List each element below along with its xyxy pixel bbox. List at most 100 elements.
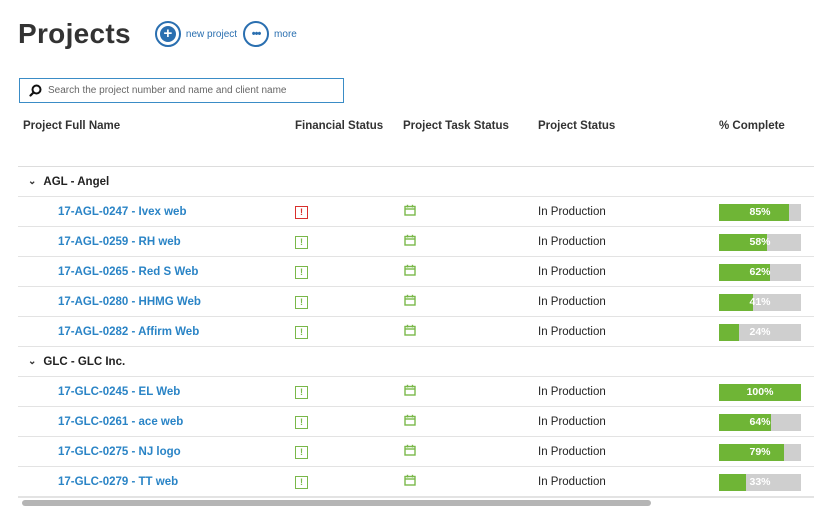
group-row[interactable]: ⌄ AGL - Angel — [18, 167, 814, 197]
more-label: more — [274, 28, 297, 40]
task-status-cell — [404, 227, 416, 257]
financial-ok-icon[interactable]: ! — [295, 265, 308, 279]
task-status-cell — [404, 287, 416, 317]
project-link[interactable]: 17-GLC-0275 - NJ logo — [58, 437, 181, 467]
search-input[interactable] — [48, 85, 328, 96]
financial-status-cell: ! — [295, 407, 308, 437]
project-status: In Production — [538, 206, 606, 218]
group-label: AGL - Angel — [43, 175, 110, 188]
project-link[interactable]: 17-AGL-0265 - Red S Web — [58, 257, 198, 287]
calendar-icon[interactable] — [404, 323, 416, 341]
financial-status-cell: ! — [295, 257, 308, 287]
project-link[interactable]: 17-AGL-0259 - RH web — [58, 227, 181, 257]
financial-ok-icon[interactable]: ! — [295, 235, 308, 249]
task-status-cell — [404, 407, 416, 437]
project-link[interactable]: 17-AGL-0280 - HHMG Web — [58, 287, 201, 317]
plus-icon: + — [154, 21, 181, 47]
calendar-icon[interactable] — [404, 233, 416, 251]
chevron-down-icon[interactable]: ⌄ — [28, 176, 36, 187]
table-row: 17-AGL-0259 - RH web! In Production 58% — [18, 227, 814, 257]
column-header-task[interactable]: Project Task Status — [403, 120, 509, 132]
group-row[interactable]: ⌄ GLC - GLC Inc. — [18, 347, 814, 377]
percent-complete-cell: 100% — [719, 377, 801, 407]
calendar-icon[interactable] — [404, 263, 416, 281]
group-label: GLC - GLC Inc. — [43, 355, 126, 368]
financial-ok-icon[interactable]: ! — [295, 325, 308, 339]
column-header-status[interactable]: Project Status — [538, 120, 615, 132]
new-project-button[interactable]: + new project — [154, 21, 238, 47]
financial-ok-icon[interactable]: ! — [295, 385, 308, 399]
scrollbar-thumb[interactable] — [22, 500, 651, 506]
more-dots-icon: ••• — [243, 21, 270, 47]
progress-label: 58% — [749, 235, 771, 248]
percent-complete-cell: 62% — [719, 257, 801, 287]
table-row: 17-AGL-0280 - HHMG Web! In Production 41% — [18, 287, 814, 317]
financial-ok-icon[interactable]: ! — [295, 445, 308, 459]
progress-bar: 100% — [719, 383, 801, 401]
financial-status-cell: ! — [295, 287, 308, 317]
progress-bar: 64% — [719, 413, 801, 431]
column-header-name[interactable]: Project Full Name — [23, 120, 120, 132]
progress-label: 24% — [749, 325, 771, 338]
calendar-icon[interactable] — [404, 293, 416, 311]
project-status: In Production — [538, 476, 606, 488]
financial-status-cell: ! — [295, 227, 308, 257]
progress-label: 33% — [749, 475, 771, 488]
project-link[interactable]: 17-GLC-0245 - EL Web — [58, 377, 180, 407]
progress-bar: 24% — [719, 323, 801, 341]
calendar-icon[interactable] — [404, 473, 416, 491]
financial-status-cell: ! — [295, 377, 308, 407]
search-icon — [29, 84, 42, 97]
financial-status-cell: ! — [295, 197, 308, 227]
percent-complete-cell: 41% — [719, 287, 801, 317]
project-link[interactable]: 17-GLC-0261 - ace web — [58, 407, 183, 437]
task-status-cell — [404, 317, 416, 347]
project-link[interactable]: 17-AGL-0247 - Ivex web — [58, 197, 186, 227]
financial-alert-icon[interactable]: ! — [295, 205, 308, 219]
table-row: 17-GLC-0261 - ace web! In Production 64% — [18, 407, 814, 437]
progress-bar: 62% — [719, 263, 801, 281]
progress-label: 62% — [749, 265, 771, 278]
percent-complete-cell: 85% — [719, 197, 801, 227]
table-row: 17-AGL-0265 - Red S Web! In Production 62% — [18, 257, 814, 287]
financial-ok-icon[interactable]: ! — [295, 295, 308, 309]
progress-bar: 41% — [719, 293, 801, 311]
progress-bar: 79% — [719, 443, 801, 461]
project-status: In Production — [538, 326, 606, 338]
chevron-down-icon[interactable]: ⌄ — [28, 356, 36, 367]
financial-ok-icon[interactable]: ! — [295, 415, 308, 429]
table-row: 17-GLC-0275 - NJ logo! In Production 79% — [18, 437, 814, 467]
progress-label: 41% — [749, 295, 771, 308]
financial-status-cell: ! — [295, 437, 308, 467]
percent-complete-cell: 64% — [719, 407, 801, 437]
task-status-cell — [404, 437, 416, 467]
task-status-cell — [404, 467, 416, 497]
progress-bar: 58% — [719, 233, 801, 251]
project-status: In Production — [538, 266, 606, 278]
progress-bar: 33% — [719, 473, 801, 491]
project-link[interactable]: 17-AGL-0282 - Affirm Web — [58, 317, 199, 347]
table-row: 17-AGL-0282 - Affirm Web! In Production 24… — [18, 317, 814, 347]
calendar-icon[interactable] — [404, 383, 416, 401]
project-status: In Production — [538, 416, 606, 428]
column-header-complete[interactable]: % Complete — [719, 120, 785, 132]
calendar-icon[interactable] — [404, 203, 416, 221]
project-status: In Production — [538, 386, 606, 398]
new-project-label: new project — [185, 28, 238, 40]
task-status-cell — [404, 257, 416, 287]
progress-label: 79% — [749, 445, 771, 458]
horizontal-scrollbar[interactable] — [18, 497, 814, 509]
financial-status-cell: ! — [295, 317, 308, 347]
more-button[interactable]: ••• more — [243, 21, 297, 47]
search-box[interactable] — [19, 78, 344, 103]
task-status-cell — [404, 377, 416, 407]
project-status: In Production — [538, 446, 606, 458]
financial-ok-icon[interactable]: ! — [295, 475, 308, 489]
calendar-icon[interactable] — [404, 413, 416, 431]
calendar-icon[interactable] — [404, 443, 416, 461]
column-header-financial[interactable]: Financial Status — [295, 120, 383, 132]
project-link[interactable]: 17-GLC-0279 - TT web — [58, 467, 178, 497]
progress-label: 64% — [749, 415, 771, 428]
progress-bar: 85% — [719, 203, 801, 221]
progress-label: 100% — [746, 385, 774, 398]
